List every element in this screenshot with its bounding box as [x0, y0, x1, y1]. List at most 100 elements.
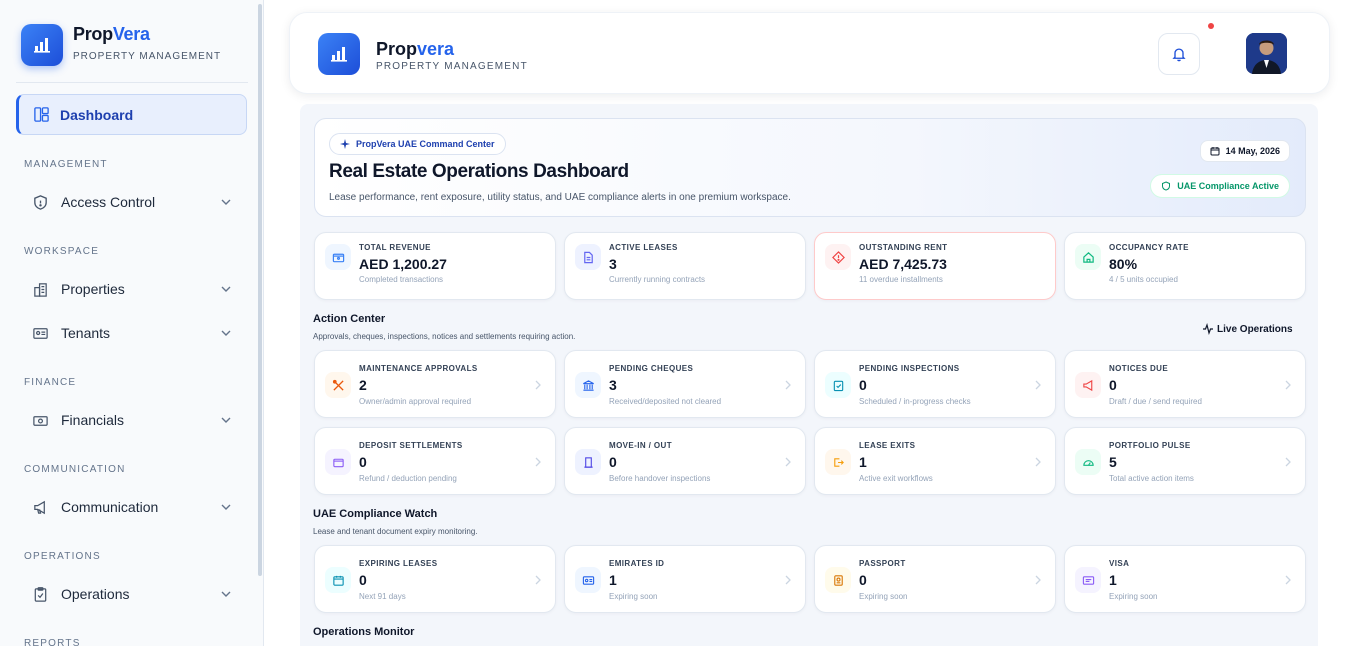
header-title: Propvera: [376, 39, 455, 59]
chevron-right-icon: [785, 575, 791, 585]
chevron-right-icon: [1285, 380, 1291, 390]
dashboard-icon: [34, 107, 49, 122]
section-title-management: MANAGEMENT: [24, 159, 108, 170]
page-title: Real Estate Operations Dashboard: [329, 161, 629, 182]
action-card-pending-inspections[interactable]: PENDING INSPECTIONS 0 Scheduled / in-pro…: [814, 350, 1056, 418]
calendar-icon: [1210, 147, 1220, 156]
sidebar-item-operations[interactable]: Operations: [32, 582, 232, 606]
chevron-down-icon[interactable]: [220, 501, 232, 513]
money-icon: [33, 415, 48, 426]
compliance-card-passport[interactable]: PASSPORT 0 Expiring soon: [814, 545, 1056, 613]
notification-badge: [1208, 23, 1214, 29]
id-card-icon: [33, 327, 48, 339]
chevron-right-icon: [535, 575, 541, 585]
exit-icon: [825, 449, 851, 475]
chevron-down-icon[interactable]: [220, 414, 232, 426]
brand-name: PropVera: [73, 24, 150, 44]
notifications-button[interactable]: [1158, 33, 1200, 75]
megaphone-icon: [34, 500, 45, 514]
action-card-lease-exits[interactable]: LEASE EXITS 1 Active exit workflows: [814, 427, 1056, 495]
sidebar-scrollbar[interactable]: [258, 4, 262, 576]
compliance-card-expiring-leases[interactable]: EXPIRING LEASES 0 Next 91 days: [314, 545, 556, 613]
chevron-right-icon: [1285, 575, 1291, 585]
live-operations-indicator[interactable]: Live Operations: [1202, 323, 1293, 335]
action-card-move-in-out[interactable]: MOVE-IN / OUT 0 Before handover inspecti…: [564, 427, 806, 495]
chevron-down-icon[interactable]: [220, 327, 232, 339]
building-icon: [34, 282, 47, 297]
section-title-communication: COMMUNICATION: [24, 464, 126, 475]
sidebar-item-label: Dashboard: [60, 106, 134, 123]
action-card-pending-cheques[interactable]: PENDING CHEQUES 3 Received/deposited not…: [564, 350, 806, 418]
command-center-pill: PropVera UAE Command Center: [329, 133, 506, 155]
sidebar-brand[interactable]: PropVera PROPERTY MANAGEMENT: [21, 24, 221, 66]
calendar-icon: [325, 567, 351, 593]
header-subtitle: PROPERTY MANAGEMENT: [376, 61, 528, 72]
sidebar-divider: [16, 82, 248, 83]
sidebar-item-financials[interactable]: Financials: [32, 408, 232, 432]
building-logo-icon[interactable]: [318, 33, 360, 75]
door-icon: [575, 449, 601, 475]
brand-subtitle: PROPERTY MANAGEMENT: [73, 51, 222, 62]
action-card-maintenance-approvals[interactable]: MAINTENANCE APPROVALS 2 Owner/admin appr…: [314, 350, 556, 418]
section-title-reports: REPORTS: [24, 638, 81, 646]
operations-monitor-title: Operations Monitor: [313, 626, 415, 638]
chevron-right-icon: [535, 457, 541, 467]
chevron-right-icon: [785, 457, 791, 467]
date-badge: 14 May, 2026: [1199, 140, 1290, 162]
activity-icon: [1203, 323, 1213, 335]
bell-icon: [1172, 48, 1186, 62]
sparkle-icon: [340, 139, 350, 149]
sidebar-item-communication[interactable]: Communication: [32, 495, 232, 519]
id-card-icon: [575, 567, 601, 593]
compliance-watch-title: UAE Compliance Watch: [313, 508, 438, 520]
chevron-down-icon[interactable]: [220, 588, 232, 600]
sidebar-item-access-control[interactable]: Access Control: [32, 190, 232, 214]
chevron-down-icon[interactable]: [220, 283, 232, 295]
tools-icon: [325, 372, 351, 398]
sidebar-item-tenants[interactable]: Tenants: [32, 321, 232, 345]
action-card-notices-due[interactable]: NOTICES DUE 0 Draft / due / send require…: [1064, 350, 1306, 418]
sidebar-item-dashboard[interactable]: Dashboard: [16, 94, 247, 135]
action-card-portfolio-pulse[interactable]: PORTFOLIO PULSE 5 Total active action it…: [1064, 427, 1306, 495]
page-description: Lease performance, rent exposure, utilit…: [329, 192, 791, 203]
sidebar-item-properties[interactable]: Properties: [32, 277, 232, 301]
clipboard-check-icon: [825, 372, 851, 398]
wallet-icon: [325, 449, 351, 475]
wallet-icon: [325, 244, 351, 270]
compliance-card-emirates-id[interactable]: EMIRATES ID 1 Expiring soon: [564, 545, 806, 613]
stat-card-outstanding-rent[interactable]: OUTSTANDING RENT AED 7,425.73 11 overdue…: [814, 232, 1056, 300]
user-avatar[interactable]: [1246, 33, 1287, 74]
document-icon: [575, 244, 601, 270]
sidebar: PropVera PROPERTY MANAGEMENT Dashboard M…: [0, 0, 264, 646]
compliance-card-visa[interactable]: VISA 1 Expiring soon: [1064, 545, 1306, 613]
stat-card-occupancy-rate[interactable]: OCCUPANCY RATE 80% 4 / 5 units occupied: [1064, 232, 1306, 300]
chevron-right-icon: [1035, 380, 1041, 390]
chevron-right-icon: [1035, 457, 1041, 467]
chevron-right-icon: [785, 380, 791, 390]
top-header: Propvera PROPERTY MANAGEMENT: [289, 12, 1330, 94]
action-center-description: Approvals, cheques, inspections, notices…: [313, 332, 576, 341]
stat-card-total-revenue[interactable]: TOTAL REVENUE AED 1,200.27 Completed tra…: [314, 232, 556, 300]
chevron-right-icon: [1035, 575, 1041, 585]
visa-icon: [1075, 567, 1101, 593]
section-title-workspace: WORKSPACE: [24, 246, 100, 257]
chevron-right-icon: [535, 380, 541, 390]
alert-icon: [825, 244, 851, 270]
compliance-status-badge: UAE Compliance Active: [1150, 174, 1290, 198]
chevron-down-icon[interactable]: [220, 196, 232, 208]
stat-card-active-leases[interactable]: ACTIVE LEASES 3 Currently running contra…: [564, 232, 806, 300]
shield-check-icon: [1162, 181, 1171, 191]
user-photo-icon: [1246, 33, 1287, 74]
action-card-deposit-settlements[interactable]: DEPOSIT SETTLEMENTS 0 Refund / deduction…: [314, 427, 556, 495]
hero-banner: PropVera UAE Command Center Real Estate …: [314, 118, 1306, 217]
building-logo-icon: [21, 24, 63, 66]
chevron-right-icon: [1285, 457, 1291, 467]
bank-icon: [575, 372, 601, 398]
home-icon: [1075, 244, 1101, 270]
section-title-finance: FINANCE: [24, 377, 77, 388]
compliance-watch-description: Lease and tenant document expiry monitor…: [313, 527, 478, 536]
megaphone-icon: [1075, 372, 1101, 398]
action-center-title: Action Center: [313, 313, 386, 325]
passport-icon: [825, 567, 851, 593]
gauge-icon: [1075, 449, 1101, 475]
